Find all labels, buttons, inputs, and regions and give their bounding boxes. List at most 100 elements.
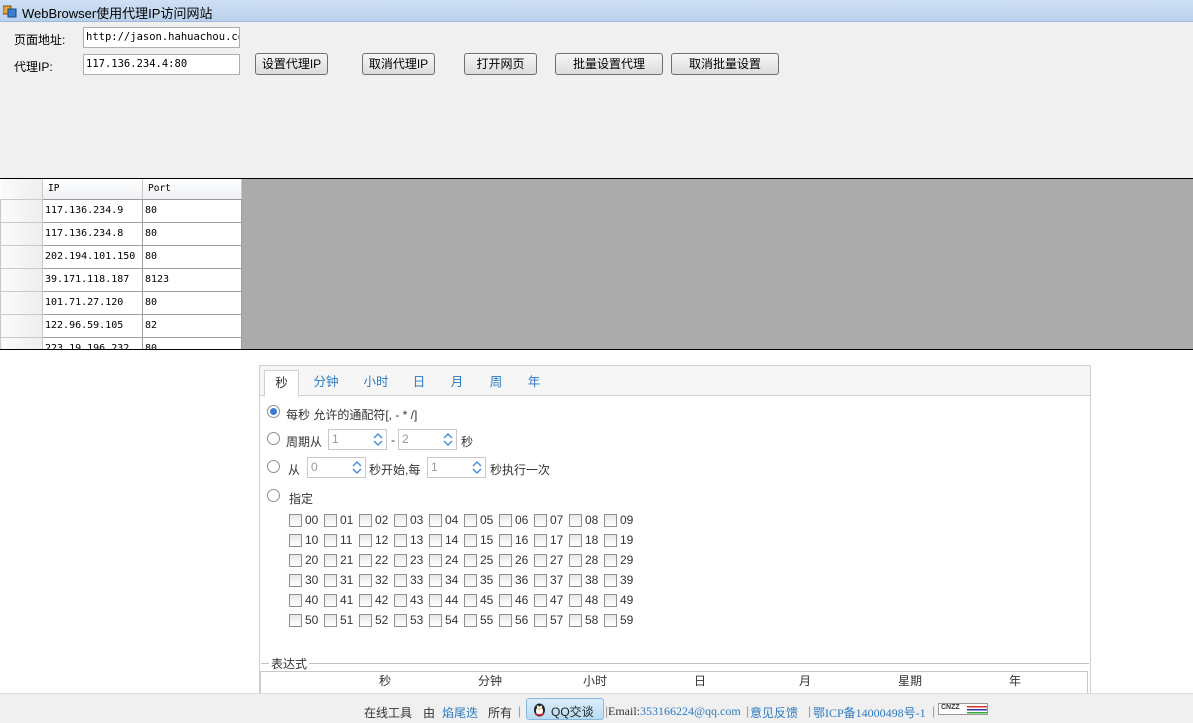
row-header-corner[interactable] <box>0 179 43 200</box>
table-row[interactable]: 202.194.101.150 80 <box>0 244 242 269</box>
tab-hour[interactable]: 小时 <box>358 370 394 396</box>
footer-brand-link[interactable]: 焰尾迭 <box>442 704 478 721</box>
second-checkbox[interactable] <box>604 554 617 567</box>
port-cell[interactable]: 80 <box>142 336 242 349</box>
from-every-stepper[interactable]: 1 <box>427 457 486 478</box>
second-checkbox[interactable] <box>534 514 547 527</box>
stepper-arrows-icon[interactable] <box>471 459 483 476</box>
tab-minute[interactable]: 分钟 <box>308 370 344 396</box>
table-row[interactable]: 223.19.196.232 80 <box>0 336 242 349</box>
second-checkbox[interactable] <box>569 614 582 627</box>
tab-week[interactable]: 周 <box>485 370 507 396</box>
second-checkbox[interactable] <box>499 594 512 607</box>
ip-cell[interactable]: 117.136.234.8 <box>42 221 143 246</box>
column-header-port[interactable]: Port <box>142 179 242 200</box>
proxy-input[interactable]: 117.136.234.4:80 <box>83 54 240 75</box>
cancel-proxy-button[interactable]: 取消代理IP <box>362 53 435 75</box>
second-checkbox[interactable] <box>359 594 372 607</box>
second-checkbox[interactable] <box>289 614 302 627</box>
second-checkbox[interactable] <box>429 614 442 627</box>
port-cell[interactable]: 8123 <box>142 267 242 292</box>
second-checkbox[interactable] <box>569 554 582 567</box>
second-checkbox[interactable] <box>534 574 547 587</box>
period-to-stepper[interactable]: 2 <box>398 429 457 450</box>
second-checkbox[interactable] <box>289 534 302 547</box>
row-header[interactable] <box>0 198 43 223</box>
second-checkbox[interactable] <box>324 534 337 547</box>
port-cell[interactable]: 80 <box>142 290 242 315</box>
batch-set-proxy-button[interactable]: 批量设置代理 <box>555 53 663 75</box>
second-checkbox[interactable] <box>394 534 407 547</box>
tab-day[interactable]: 日 <box>408 370 430 396</box>
table-row[interactable]: 117.136.234.9 80 <box>0 198 242 223</box>
second-checkbox[interactable] <box>429 554 442 567</box>
icp-link[interactable]: 鄂ICP备14000498号-1 <box>813 704 926 721</box>
second-checkbox[interactable] <box>324 574 337 587</box>
second-checkbox[interactable] <box>499 574 512 587</box>
second-checkbox[interactable] <box>499 614 512 627</box>
second-checkbox[interactable] <box>534 534 547 547</box>
row-header[interactable] <box>0 336 43 349</box>
second-checkbox[interactable] <box>534 594 547 607</box>
second-checkbox[interactable] <box>289 594 302 607</box>
second-checkbox[interactable] <box>324 554 337 567</box>
second-checkbox[interactable] <box>359 554 372 567</box>
second-checkbox[interactable] <box>569 534 582 547</box>
stepper-arrows-icon[interactable] <box>351 459 363 476</box>
second-checkbox[interactable] <box>464 574 477 587</box>
second-checkbox[interactable] <box>394 594 407 607</box>
second-checkbox[interactable] <box>604 514 617 527</box>
proxy-grid[interactable]: IP Port 117.136.234.9 80 117.136.234.8 80 … <box>0 178 1193 350</box>
second-checkbox[interactable] <box>604 614 617 627</box>
second-checkbox[interactable] <box>324 594 337 607</box>
tab-year[interactable]: 年 <box>523 370 545 396</box>
row-header[interactable] <box>0 221 43 246</box>
second-checkbox[interactable] <box>464 614 477 627</box>
from-every-radio[interactable] <box>267 460 280 473</box>
row-header[interactable] <box>0 267 43 292</box>
ip-cell[interactable]: 223.19.196.232 <box>42 336 143 349</box>
second-checkbox[interactable] <box>429 594 442 607</box>
second-checkbox[interactable] <box>464 594 477 607</box>
second-checkbox[interactable] <box>464 514 477 527</box>
ip-cell[interactable]: 101.71.27.120 <box>42 290 143 315</box>
open-page-button[interactable]: 打开网页 <box>464 53 537 75</box>
second-checkbox[interactable] <box>289 554 302 567</box>
set-proxy-button[interactable]: 设置代理IP <box>255 53 328 75</box>
stepper-arrows-icon[interactable] <box>442 431 454 448</box>
from-start-stepper[interactable]: 0 <box>307 457 366 478</box>
port-cell[interactable]: 80 <box>142 244 242 269</box>
second-checkbox[interactable] <box>324 614 337 627</box>
second-checkbox[interactable] <box>499 554 512 567</box>
second-checkbox[interactable] <box>359 514 372 527</box>
second-checkbox[interactable] <box>569 514 582 527</box>
stepper-arrows-icon[interactable] <box>372 431 384 448</box>
table-row[interactable]: 117.136.234.8 80 <box>0 221 242 246</box>
row-header[interactable] <box>0 313 43 338</box>
second-checkbox[interactable] <box>324 514 337 527</box>
period-from-stepper[interactable]: 1 <box>328 429 387 450</box>
second-checkbox[interactable] <box>359 574 372 587</box>
specify-radio[interactable] <box>267 489 280 502</box>
second-checkbox[interactable] <box>499 514 512 527</box>
second-checkbox[interactable] <box>394 554 407 567</box>
table-row[interactable]: 122.96.59.105 82 <box>0 313 242 338</box>
second-checkbox[interactable] <box>499 534 512 547</box>
ip-cell[interactable]: 202.194.101.150 <box>42 244 143 269</box>
row-header[interactable] <box>0 244 43 269</box>
ip-cell[interactable]: 122.96.59.105 <box>42 313 143 338</box>
email-link[interactable]: 353166224@qq.com <box>640 704 741 719</box>
second-checkbox[interactable] <box>534 554 547 567</box>
second-checkbox[interactable] <box>534 614 547 627</box>
second-checkbox[interactable] <box>359 534 372 547</box>
tab-month[interactable]: 月 <box>446 370 468 396</box>
second-checkbox[interactable] <box>289 514 302 527</box>
port-cell[interactable]: 80 <box>142 198 242 223</box>
feedback-link[interactable]: 意见反馈 <box>750 704 798 721</box>
ip-cell[interactable]: 117.136.234.9 <box>42 198 143 223</box>
second-checkbox[interactable] <box>394 574 407 587</box>
ip-cell[interactable]: 39.171.118.187 <box>42 267 143 292</box>
table-row[interactable]: 101.71.27.120 80 <box>0 290 242 315</box>
second-checkbox[interactable] <box>394 614 407 627</box>
second-checkbox[interactable] <box>604 574 617 587</box>
